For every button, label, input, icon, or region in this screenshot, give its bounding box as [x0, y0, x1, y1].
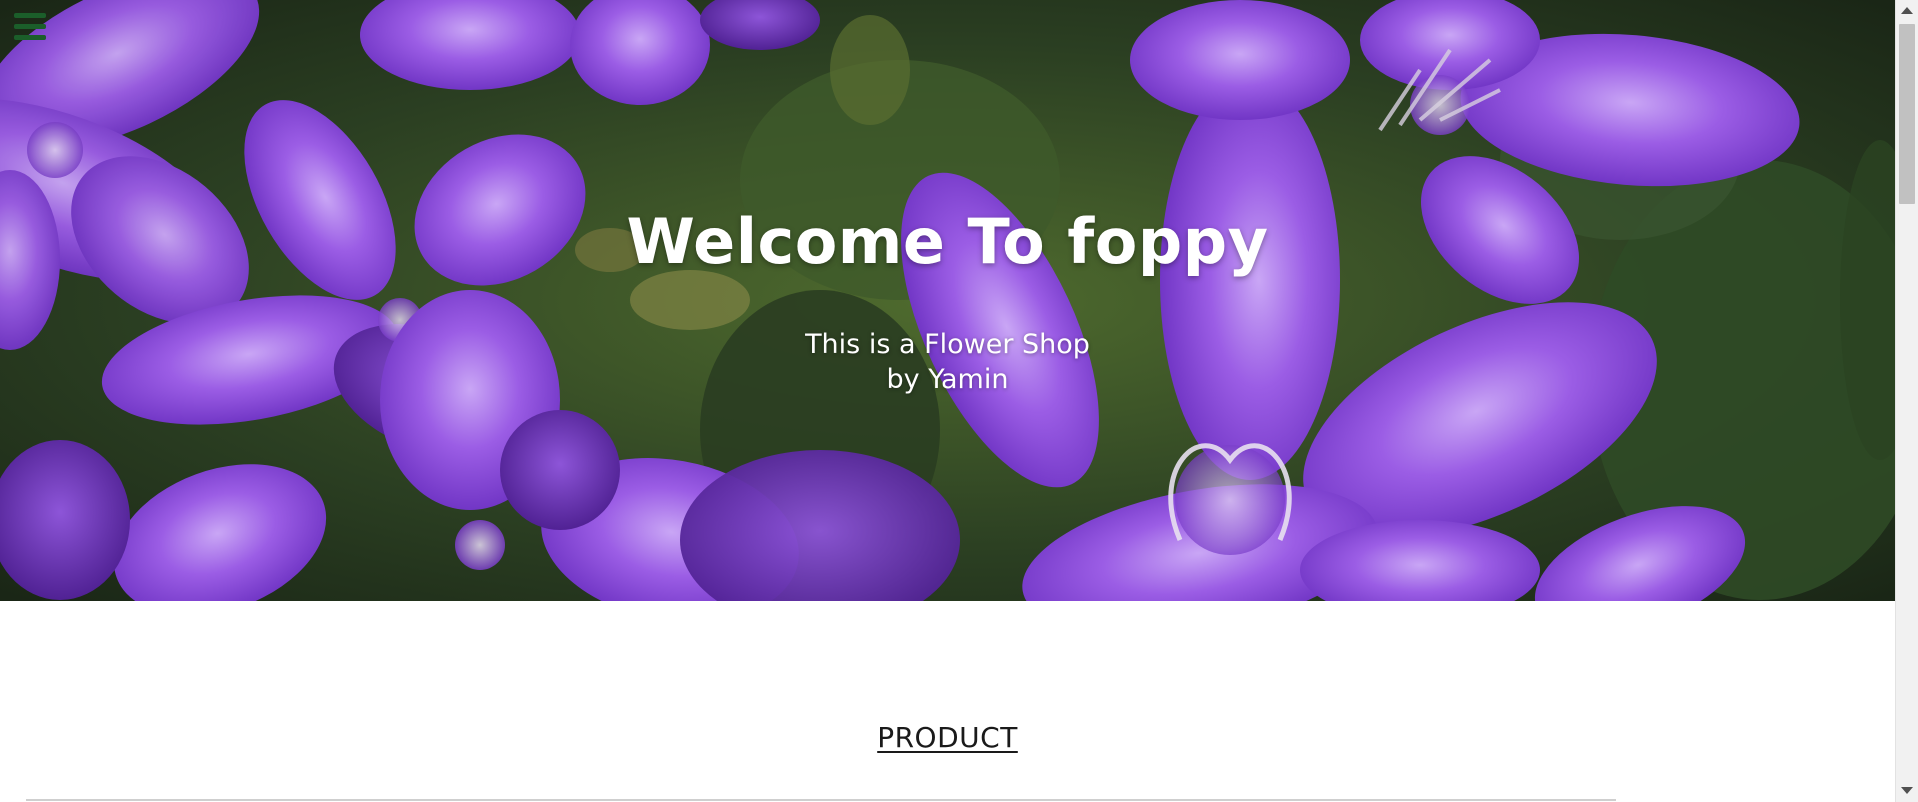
product-section-heading[interactable]: PRODUCT: [0, 721, 1895, 754]
hero-subtitle-line1: This is a Flower Shop: [805, 329, 1090, 360]
hero-subtitle-line2: by Yamin: [886, 364, 1009, 395]
hero-background-image: [0, 0, 1895, 601]
scroll-up-arrow-icon[interactable]: [1901, 7, 1913, 14]
hero-subtitle: This is a Flower Shop by Yamin: [0, 327, 1895, 397]
page: Welcome To foppy This is a Flower Shop b…: [0, 0, 1918, 802]
product-heading-text[interactable]: PRODUCT: [877, 721, 1018, 754]
vertical-scrollbar[interactable]: [1895, 0, 1918, 802]
hero-title: Welcome To foppy: [626, 205, 1269, 278]
scroll-down-arrow-icon[interactable]: [1901, 787, 1913, 794]
hero-banner: Welcome To foppy This is a Flower Shop b…: [0, 0, 1895, 601]
scrollbar-thumb[interactable]: [1899, 24, 1915, 204]
horizontal-scrollbar-track: [26, 799, 1616, 801]
main-content: Welcome To foppy This is a Flower Shop b…: [0, 0, 1895, 802]
hamburger-menu-icon[interactable]: [14, 13, 48, 43]
